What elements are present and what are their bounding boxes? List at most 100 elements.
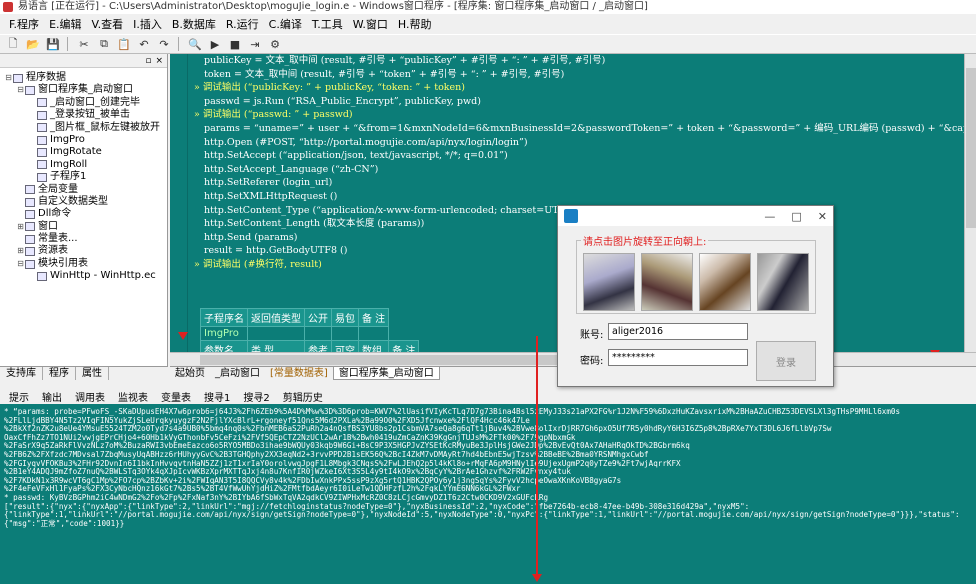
step-icon[interactable]: ⇥	[246, 36, 264, 52]
editor-tab[interactable]: [常量数据表]	[265, 367, 333, 380]
run-icon[interactable]: ▶	[206, 36, 224, 52]
output-log[interactable]: * “params: probe=PFwoFS_-SKaDUpusEH4X7w6…	[0, 404, 976, 584]
left-tab[interactable]: 支持库	[0, 367, 43, 380]
copy-icon[interactable]: ⧉	[95, 36, 113, 52]
menu-item[interactable]: I.插入	[128, 16, 167, 32]
editor-tab[interactable]: 窗口程序集_启动窗口	[332, 367, 440, 380]
save-icon[interactable]: 💾	[44, 36, 62, 52]
tree-node[interactable]: ⊟ 模块引用表	[0, 258, 166, 270]
collapse-icon[interactable]: ⊟	[4, 72, 13, 84]
editor-vertical-scrollbar[interactable]	[964, 54, 976, 352]
account-field[interactable]: aliger2016	[608, 323, 748, 340]
tree-node[interactable]: 全局变量	[0, 184, 166, 196]
password-field[interactable]: *********	[608, 349, 748, 366]
captcha-image-1[interactable]	[583, 253, 635, 311]
tree-node[interactable]: Dll命令	[0, 208, 166, 220]
code-line[interactable]: » 调试输出 (“publicKey: ” + publicKey, “toke…	[194, 81, 974, 95]
dialog-title-bar: — □ ✕	[558, 206, 833, 226]
stop-icon[interactable]: ■	[226, 36, 244, 52]
code-line[interactable]: http.SetXMLHttpRequest ()	[194, 190, 974, 204]
code-line[interactable]: passwd = js.Run (“RSA_Public_Encrypt”, p…	[194, 95, 974, 109]
output-tab[interactable]: 提示	[4, 389, 34, 404]
menu-item[interactable]: H.帮助	[393, 16, 437, 32]
expand-icon[interactable]: ⊞	[16, 245, 25, 257]
menu-item[interactable]: B.数据库	[167, 16, 221, 32]
scroll-thumb[interactable]	[966, 68, 976, 228]
collapse-icon[interactable]: ⊟	[16, 258, 25, 270]
scroll-thumb[interactable]	[200, 355, 580, 365]
tree-node[interactable]: ⊟ 窗口程序集_启动窗口	[0, 84, 166, 96]
left-tab[interactable]: 属性	[76, 367, 109, 380]
menu-item[interactable]: R.运行	[221, 16, 264, 32]
menu-item[interactable]: F.程序	[4, 16, 44, 32]
tree-node[interactable]: 常量表...	[0, 233, 166, 245]
code-line[interactable]: http.Open (#POST, “http://portal.mogujie…	[194, 136, 974, 150]
menu-item[interactable]: E.编辑	[44, 16, 86, 32]
undo-icon[interactable]: ↶	[135, 36, 153, 52]
captcha-image-3[interactable]	[699, 253, 751, 311]
debug-icon[interactable]: ⚙	[266, 36, 284, 52]
redo-icon[interactable]: ↷	[155, 36, 173, 52]
account-label: 账号:	[580, 330, 604, 341]
code-text: http.SetXMLHttpRequest ()	[204, 190, 338, 202]
minimize-button[interactable]: —	[764, 210, 775, 223]
code-line[interactable]: http.SetAccept (“application/json, text/…	[194, 149, 974, 163]
tree-node-label: 窗口	[38, 220, 58, 232]
new-icon[interactable]: 🗋	[4, 36, 22, 52]
find-icon[interactable]: 🔍	[186, 36, 204, 52]
left-tab[interactable]: 程序	[43, 367, 76, 380]
tree-node[interactable]: ImgRotate	[0, 146, 166, 158]
menu-item[interactable]: C.编译	[264, 16, 307, 32]
menu-item[interactable]: T.工具	[307, 16, 348, 32]
cut-icon[interactable]: ✂	[75, 36, 93, 52]
maximize-button[interactable]: □	[791, 210, 801, 223]
tree-node[interactable]: ImgPro	[0, 134, 166, 146]
output-tab[interactable]: 调用表	[70, 389, 110, 404]
collapse-icon[interactable]: ⊟	[16, 84, 25, 96]
code-line[interactable]: token = 文本_取中间 (result, #引号 + “token” + …	[194, 68, 974, 82]
code-text: result = http.GetBodyUTF8 ()	[204, 245, 348, 257]
code-line[interactable]: http.SetAccept_Language (“zh-CN”)	[194, 163, 974, 177]
output-tab[interactable]: 搜寻2	[238, 389, 274, 404]
login-dialog: — □ ✕ 请点击图片旋转至正向朝上: 账号: aliger2016 密码: *…	[557, 205, 834, 387]
output-tab[interactable]: 监视表	[113, 389, 153, 404]
tree-node-label: 资源表	[38, 245, 68, 257]
open-icon[interactable]: 📂	[24, 36, 42, 52]
tree-node[interactable]: ImgRoll	[0, 159, 166, 171]
paste-icon[interactable]: 📋	[115, 36, 133, 52]
menu-item[interactable]: V.查看	[87, 16, 129, 32]
code-line[interactable]: http.SetReferer (login_url)	[194, 176, 974, 190]
tree-node-label: 自定义数据类型	[38, 195, 108, 207]
table-cell: 公开	[304, 308, 332, 327]
close-button[interactable]: ✕	[818, 210, 827, 223]
tree-node[interactable]: _登录按钮_被单击	[0, 109, 166, 121]
code-line[interactable]: params = “uname=” + user + “&from=1&mxnN…	[194, 122, 976, 136]
menu-item[interactable]: W.窗口	[348, 16, 393, 32]
tree-node-icon	[37, 135, 47, 145]
expand-icon[interactable]: ⊞	[16, 221, 25, 233]
output-tab[interactable]: 输出	[37, 389, 67, 404]
captcha-image-4[interactable]	[757, 253, 809, 311]
editor-tab[interactable]: _启动窗口	[210, 367, 265, 380]
tree-node[interactable]: ⊞ 窗口	[0, 221, 166, 233]
pin-icon[interactable]: ▫	[145, 56, 151, 66]
tree-node[interactable]: ⊞ 资源表	[0, 245, 166, 257]
tree-node[interactable]: 子程序1	[0, 171, 166, 183]
output-tab[interactable]: 搜寻1	[199, 389, 235, 404]
tree-node[interactable]: _图片框_鼠标左键被放开	[0, 122, 166, 134]
close-icon[interactable]: ×	[155, 56, 163, 66]
output-tab[interactable]: 剪辑历史	[278, 389, 328, 404]
captcha-instruction: 请点击图片旋转至正向朝上:	[581, 233, 709, 248]
tree-node[interactable]: WinHttp - WinHttp.ec	[0, 270, 166, 282]
output-tab[interactable]: 变量表	[156, 389, 196, 404]
tree-node[interactable]: _启动窗口_创建完毕	[0, 97, 166, 109]
tree-node[interactable]: 自定义数据类型	[0, 196, 166, 208]
code-text: http.SetAccept (“application/json, text/…	[204, 150, 508, 162]
captcha-image-2[interactable]	[641, 253, 693, 311]
login-button[interactable]: 登录	[756, 341, 816, 381]
code-line[interactable]: » 调试输出 (“passwd: ” + passwd)	[194, 108, 974, 122]
subroutine-table-row[interactable]: ImgPro	[200, 326, 419, 341]
tree-node[interactable]: ⊟ 程序数据	[0, 72, 166, 84]
editor-tab[interactable]: 起始页	[170, 367, 210, 380]
code-line[interactable]: publicKey = 文本_取中间 (result, #引号 + “publi…	[194, 54, 974, 68]
